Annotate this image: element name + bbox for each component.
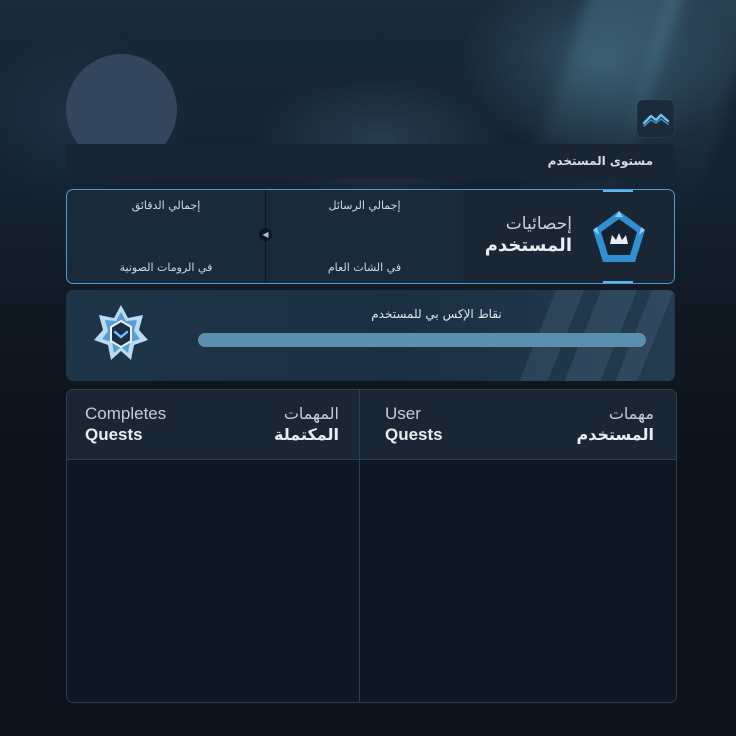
completed-quests-en: Completes Quests [85, 403, 166, 445]
level-bar: مستوى المستخدم [66, 144, 675, 179]
stats-header: إحصائيات المستخدم [463, 190, 674, 283]
completed-en-line2: Quests [85, 425, 143, 444]
messages-stat: إجمالي الرسائل في الشات العام [266, 190, 463, 283]
completed-ar-line1: المهمات [283, 404, 339, 423]
xp-progress-bar [198, 333, 646, 347]
user-quests-en: User Quests [385, 403, 443, 445]
chart-trend-icon [642, 113, 669, 127]
completed-ar-line2: المكتملة [273, 425, 339, 444]
level-button[interactable] [637, 100, 674, 137]
quests-divider [359, 390, 360, 702]
arrow-left-icon[interactable]: ◀ [259, 228, 272, 241]
xp-card: نقاط الإكس بي للمستخدم [66, 290, 675, 381]
user-quests-en-line2: Quests [385, 425, 443, 444]
user-quests-ar-line2: المستخدم [576, 425, 654, 444]
minutes-sub: في الرومات الصوتية [119, 261, 213, 274]
completed-quests-ar: المهمات المكتملة [274, 403, 339, 445]
stats-title-line1: إحصائيات [505, 214, 572, 234]
crown-pentagon-icon [593, 211, 645, 262]
stats-title-line2: المستخدم [484, 235, 572, 256]
minutes-label: إجمالي الدقائق [131, 199, 201, 212]
user-quests-ar-line1: مهمات [608, 404, 654, 423]
messages-sub: في الشات العام [327, 261, 402, 274]
star-crystal-badge-icon [94, 305, 148, 360]
minutes-stat: إجمالي الدقائق في الرومات الصوتية [67, 190, 265, 283]
stats-title: إحصائيات المستخدم [485, 214, 572, 256]
accent-line [603, 190, 633, 192]
messages-label: إجمالي الرسائل [328, 199, 401, 212]
user-quests-en-line1: User [385, 404, 421, 423]
user-quests-ar: مهمات المستخدم [576, 403, 654, 445]
completed-en-line1: Completes [85, 404, 167, 423]
quests-panel: Completes Quests المهمات المكتملة User Q… [66, 389, 677, 703]
xp-label: نقاط الإكس بي للمستخدم [371, 307, 502, 321]
user-stats-card: إجمالي الدقائق في الرومات الصوتية إجمالي… [66, 189, 675, 284]
accent-line [603, 281, 633, 283]
level-label: مستوى المستخدم [547, 154, 653, 168]
